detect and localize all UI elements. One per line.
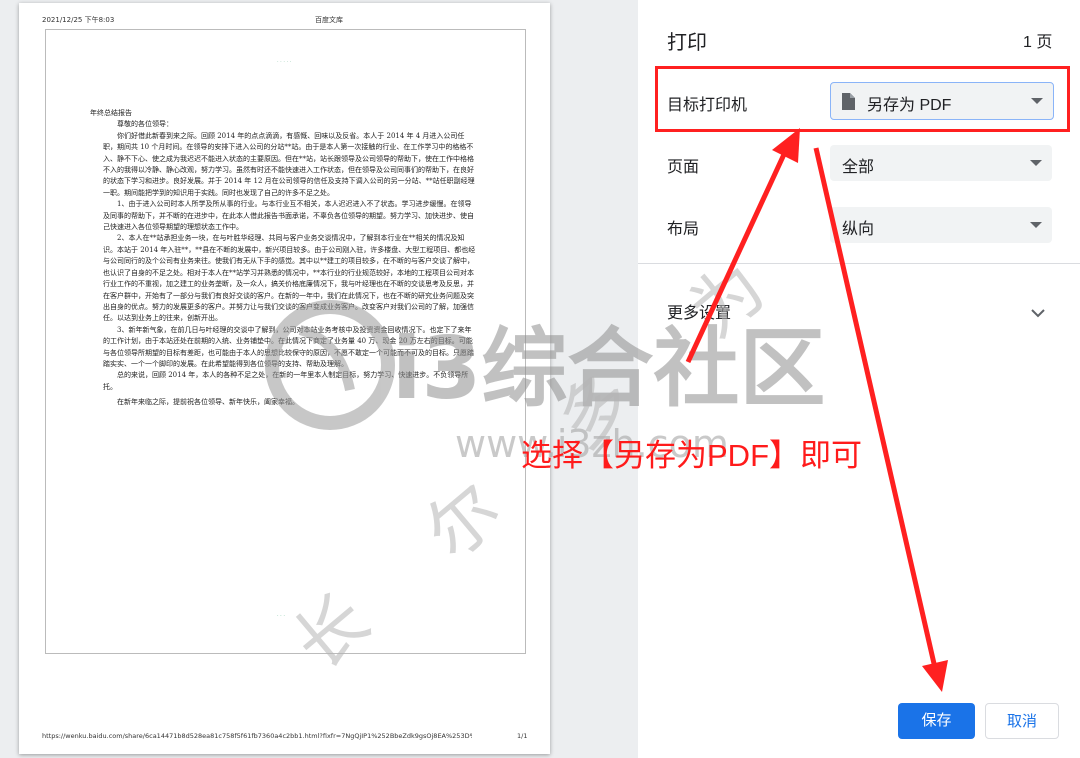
layout-select[interactable]: 纵向 [830,207,1052,243]
doc-paragraph: 总的来说，回顾 2014 年，本人的各种不足之处，在新的一年里本人制定目标，努力… [103,371,469,391]
chevron-down-icon [1031,303,1045,322]
more-settings-toggle[interactable]: 更多设置 [638,282,1080,334]
page-header-title: 百度文库 [315,16,343,24]
doc-paragraph: 3、新年新气象，在前几日与叶经理的交谈中了解到，公司对本站业务考核中及投资资金回… [103,325,474,368]
preview-page: 2021/12/25 下午8:03 百度文库 · · · · · 年终总结报告 … [19,3,550,754]
page-footer-url: https://wenku.baidu.com/share/6ca14471b8… [42,732,472,740]
cancel-button[interactable]: 取消 [985,703,1059,739]
faint-footer-mark: · · · [277,613,285,619]
doc-paragraph: 你们好借此新春到来之际。回顾 2014 年的点点滴滴，有感慨、回味以及反省。本人… [103,131,475,197]
print-title: 打印 [667,32,707,54]
print-preview: 2021/12/25 下午8:03 百度文库 · · · · · 年终总结报告 … [0,0,638,758]
chevron-down-icon [1030,222,1042,228]
layout-label: 布局 [667,221,700,238]
page-count: 1 页 [1023,34,1053,51]
doc-paragraph: 1、由于进入公司时本人所学及所从事的行业。与本行业互不相关，本人迟迟进入不了状态… [103,200,474,232]
page-footer-number: 1/1 [517,732,528,740]
page-header-date: 2021/12/25 下午8:03 [42,16,115,24]
highlight-box [655,66,1070,132]
layout-value: 纵向 [842,221,875,238]
annotation-caption: 选择【另存为PDF】即可 [521,438,862,473]
doc-paragraph: 2、本人在**站承担业务一块，在与叶胜华经理、共同与客户业务交谈情况中，了解到本… [103,234,476,323]
save-button[interactable]: 保存 [898,703,975,739]
document-body: 年终总结报告 尊敬的各位领导： 你们好借此新春到来之际。回顾 2014 年的点点… [90,108,478,409]
divider [638,263,1080,264]
more-settings-label: 更多设置 [667,305,732,322]
pages-label: 页面 [667,159,700,176]
pages-value: 全部 [842,159,875,176]
faint-header-mark: · · · · · [277,59,292,65]
doc-greeting: 尊敬的各位领导： [117,120,173,129]
doc-paragraph: 在新年来临之际，提前祝各位领导、新年快乐，阖家幸福。 [117,398,299,407]
chevron-down-icon [1030,160,1042,166]
pages-select[interactable]: 全部 [830,145,1052,181]
doc-title: 年终总结报告 [90,109,132,117]
